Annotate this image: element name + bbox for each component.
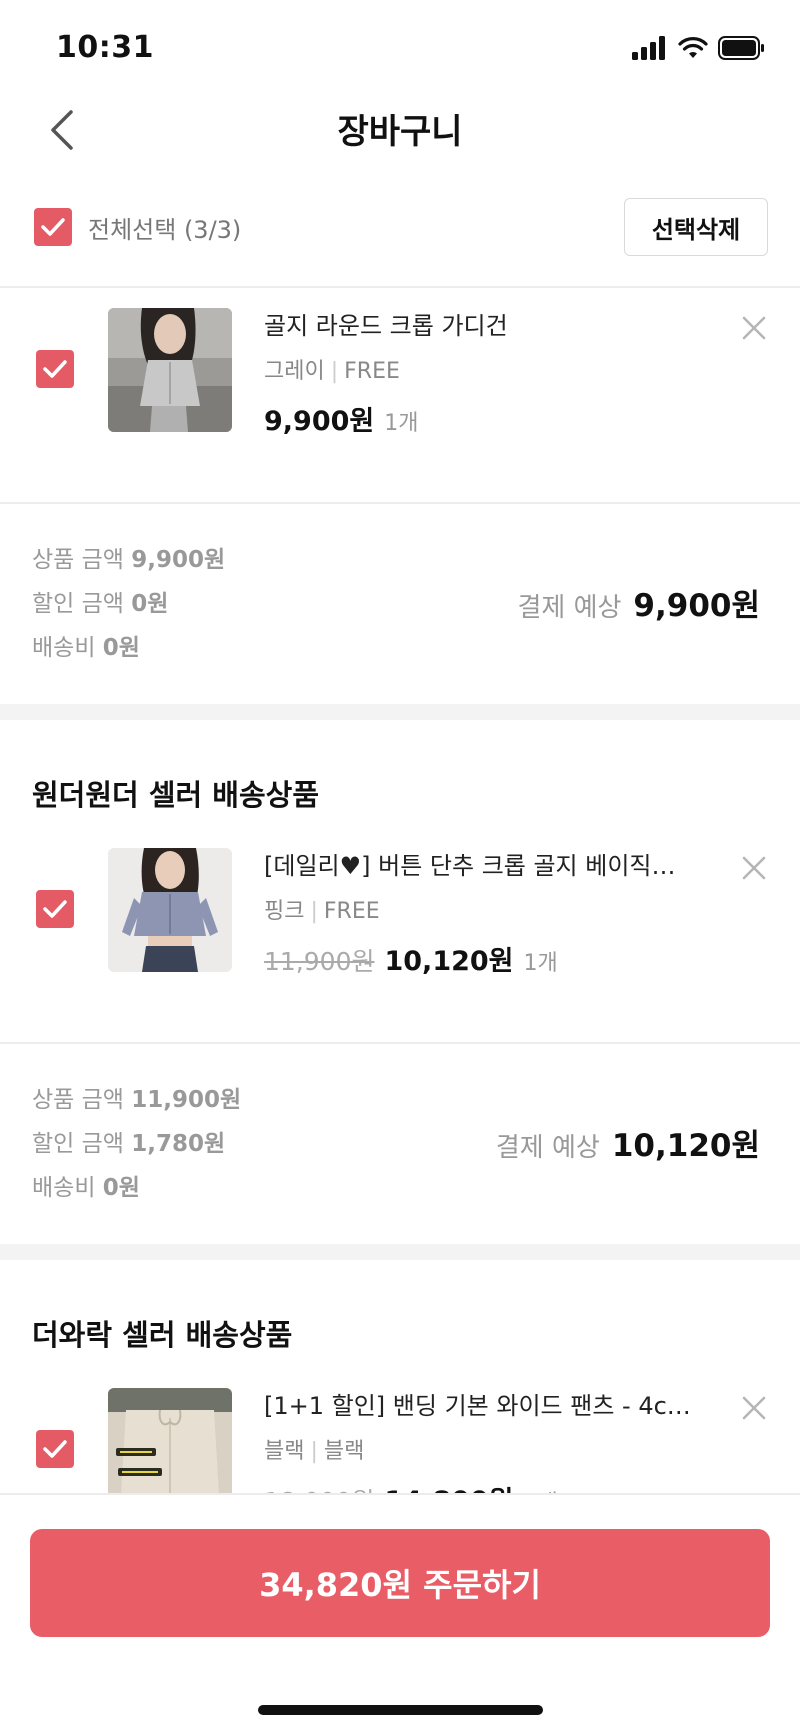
home-indicator[interactable] xyxy=(258,1705,543,1715)
order-summary: 상품 금액 11,900원 할인 금액 1,780원 배송비 0원 결제 예상 … xyxy=(0,1042,800,1232)
discount-line: 할인 금액 0원 xyxy=(32,591,169,617)
item-info: [데일리♥] 버튼 단추 크롭 골지 베이직… 핑크 | FREE 11,900원 … xyxy=(264,846,704,978)
product-amount-line: 상품 금액 11,900원 xyxy=(32,1087,242,1113)
expected-payment-label: 결제 예상 xyxy=(517,593,622,623)
item-color: 그레이 xyxy=(264,359,325,384)
expected-payment: 결제 예상 9,900원 xyxy=(517,580,760,625)
check-icon xyxy=(43,900,67,918)
item-option: 핑크 | FREE xyxy=(264,893,704,925)
status-time: 10:31 xyxy=(56,30,154,65)
remove-item-button[interactable] xyxy=(738,312,770,344)
seller-title: 더와락 셀러 배송상품 xyxy=(32,1318,293,1352)
expected-payment-value: 10,120원 xyxy=(611,1128,760,1164)
seller-title: 원더원더 셀러 배송상품 xyxy=(32,778,319,812)
item-price: 10,120원 xyxy=(384,946,514,977)
item-info: [1+1 할인] 밴딩 기본 와이드 팬츠 - 4co… 블랙|블랙 18,00… xyxy=(264,1386,704,1493)
item-price-row: 11,900원 10,120원 1개 xyxy=(264,939,704,978)
cart-item: [1+1 할인] 밴딩 기본 와이드 팬츠 - 4co… 블랙|블랙 18,00… xyxy=(0,1368,800,1493)
item-name[interactable]: [데일리♥] 버튼 단추 크롭 골지 베이직… xyxy=(264,846,704,881)
product-image[interactable] xyxy=(108,1388,232,1493)
cart-list[interactable]: 골지 라운드 크롭 가디건 그레이 | FREE 9,900원 1개 상품 금액 9… xyxy=(0,288,800,1493)
cart-item: 골지 라운드 크롭 가디건 그레이 | FREE 9,900원 1개 xyxy=(0,288,800,504)
shipping-line: 배송비 0원 xyxy=(32,635,140,661)
signal-icon xyxy=(632,36,665,60)
section-divider xyxy=(0,704,800,720)
delete-selected-button[interactable]: 선택삭제 xyxy=(624,198,768,256)
item-quantity: 1개 xyxy=(524,1485,558,1493)
item-color: 블랙 xyxy=(264,1439,305,1464)
item-size: FREE xyxy=(344,359,400,384)
order-summary: 상품 금액 9,900원 할인 금액 0원 배송비 0원 결제 예상 9,900… xyxy=(0,502,800,692)
remove-item-button[interactable] xyxy=(738,1392,770,1424)
option-separator: | xyxy=(310,899,318,924)
page-title: 장바구니 xyxy=(337,112,463,152)
item-name[interactable]: [1+1 할인] 밴딩 기본 와이드 팬츠 - 4co… xyxy=(264,1386,704,1421)
item-size: FREE xyxy=(323,899,380,924)
expected-payment: 결제 예상 10,120원 xyxy=(496,1120,760,1165)
close-icon xyxy=(742,1396,766,1420)
item-price: 9,900원 xyxy=(264,406,375,437)
order-footer: 34,820원 주문하기 xyxy=(0,1493,800,1731)
check-icon xyxy=(43,360,67,378)
item-size: 블랙 xyxy=(323,1439,365,1464)
product-amount-line: 상품 금액 9,900원 xyxy=(32,547,226,573)
select-all-label: 전체선택 (3/3) xyxy=(88,215,242,244)
option-separator: | xyxy=(310,1439,318,1464)
close-icon xyxy=(742,856,766,880)
summary-lines: 상품 금액 9,900원 할인 금액 0원 배송비 0원 xyxy=(32,538,225,670)
battery-icon xyxy=(718,36,764,60)
summary-lines: 상품 금액 11,900원 할인 금액 1,780원 배송비 0원 xyxy=(32,1078,241,1210)
product-image[interactable] xyxy=(108,848,232,972)
item-price-row: 18,000원 14,800원 1개 xyxy=(264,1479,704,1493)
item-info: 골지 라운드 크롭 가디건 그레이 | FREE 9,900원 1개 xyxy=(264,306,704,438)
option-separator: | xyxy=(330,359,339,384)
status-icons xyxy=(632,34,766,62)
item-checkbox[interactable] xyxy=(36,1430,74,1468)
select-all-checkbox[interactable] xyxy=(34,208,72,246)
item-checkbox[interactable] xyxy=(36,350,74,388)
product-image[interactable] xyxy=(108,308,232,432)
shipping-line: 배송비 0원 xyxy=(32,1175,140,1201)
select-all-toggle[interactable]: 전체선택 (3/3) xyxy=(34,208,241,246)
item-option: 블랙 | 블랙 xyxy=(264,1433,704,1465)
status-bar: 10:31 xyxy=(0,0,800,90)
item-color: 핑크 xyxy=(264,899,305,924)
wifi-icon xyxy=(678,37,708,58)
item-option: 그레이 | FREE xyxy=(264,353,704,385)
item-price-row: 9,900원 1개 xyxy=(264,399,704,438)
expected-payment-label: 결제 예상 xyxy=(495,1133,600,1163)
navigation-bar: 장바구니 xyxy=(0,90,800,170)
close-icon xyxy=(742,316,766,340)
discount-line: 할인 금액 1,780원 xyxy=(32,1131,226,1157)
order-button[interactable]: 34,820원 주문하기 xyxy=(30,1529,770,1637)
check-icon xyxy=(43,1440,67,1458)
remove-item-button[interactable] xyxy=(738,852,770,884)
item-name[interactable]: 골지 라운드 크롭 가디건 xyxy=(264,306,704,341)
item-quantity: 1개 xyxy=(384,411,419,436)
item-original-price: 18,000원 xyxy=(264,1482,374,1493)
cart-item: [데일리♥] 버튼 단추 크롭 골지 베이직… 핑크 | FREE 11,900원 … xyxy=(0,828,800,1044)
item-price: 14,800원 xyxy=(384,1479,513,1493)
item-quantity: 1개 xyxy=(523,951,558,976)
section-divider xyxy=(0,1244,800,1260)
item-original-price: 11,900원 xyxy=(264,947,375,976)
check-icon xyxy=(41,218,65,236)
selection-bar: 전체선택 (3/3) 선택삭제 xyxy=(0,186,800,288)
item-checkbox[interactable] xyxy=(36,890,74,928)
expected-payment-value: 9,900원 xyxy=(633,588,760,624)
